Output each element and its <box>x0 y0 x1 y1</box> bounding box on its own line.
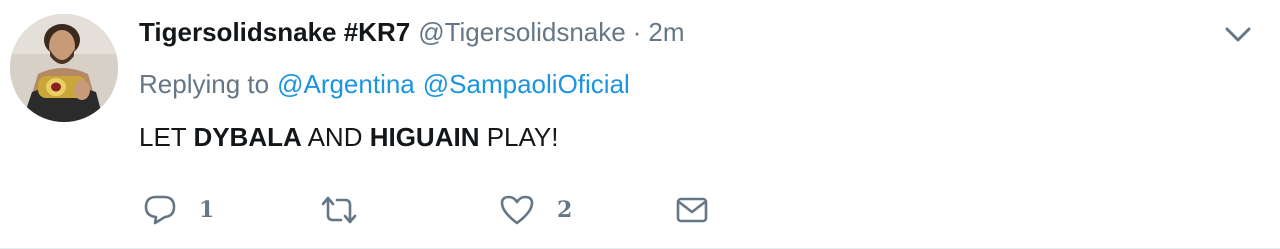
separator-dot: · <box>632 16 642 47</box>
envelope-icon <box>676 197 708 223</box>
tweet-text-bold: HIGUAIN <box>369 121 480 152</box>
avatar-image <box>10 14 118 122</box>
mention-link[interactable]: @SampaoliOficial <box>423 69 630 100</box>
retweet-button[interactable] <box>319 188 359 232</box>
reply-button[interactable]: 1 <box>143 188 214 232</box>
like-count: 2 <box>557 197 573 223</box>
reply-count: 1 <box>199 197 215 223</box>
tweet-text: LET DYBALA AND HIGUAIN PLAY! <box>139 119 559 155</box>
reply-bubble-icon <box>144 195 176 225</box>
retweet-icon <box>321 196 357 224</box>
replying-to-label: Replying to <box>139 68 270 99</box>
replying-to: Replying to @Argentina @SampaoliOficial <box>139 67 630 101</box>
display-name[interactable]: Tigersolidsnake #KR7 <box>139 17 410 48</box>
mention-link[interactable]: @Argentina <box>277 69 415 100</box>
user-handle[interactable]: @Tigersolidsnake <box>418 17 626 48</box>
chevron-down-icon[interactable] <box>1222 22 1254 48</box>
timestamp[interactable]: 2m <box>648 17 684 48</box>
tweet-text-part: AND <box>301 121 370 152</box>
tweet-text-bold: DYBALA <box>193 121 302 152</box>
heart-icon <box>500 195 534 225</box>
like-button[interactable]: 2 <box>499 188 572 232</box>
tweet-card[interactable]: Tigersolidsnake #KR7 @Tigersolidsnake · … <box>0 0 1280 249</box>
tweet-text-part: PLAY! <box>479 121 559 152</box>
direct-message-button[interactable] <box>675 188 709 232</box>
avatar[interactable] <box>10 14 118 122</box>
tweet-text-part: LET <box>139 121 194 152</box>
tweet-header: Tigersolidsnake #KR7 @Tigersolidsnake · … <box>139 14 685 50</box>
